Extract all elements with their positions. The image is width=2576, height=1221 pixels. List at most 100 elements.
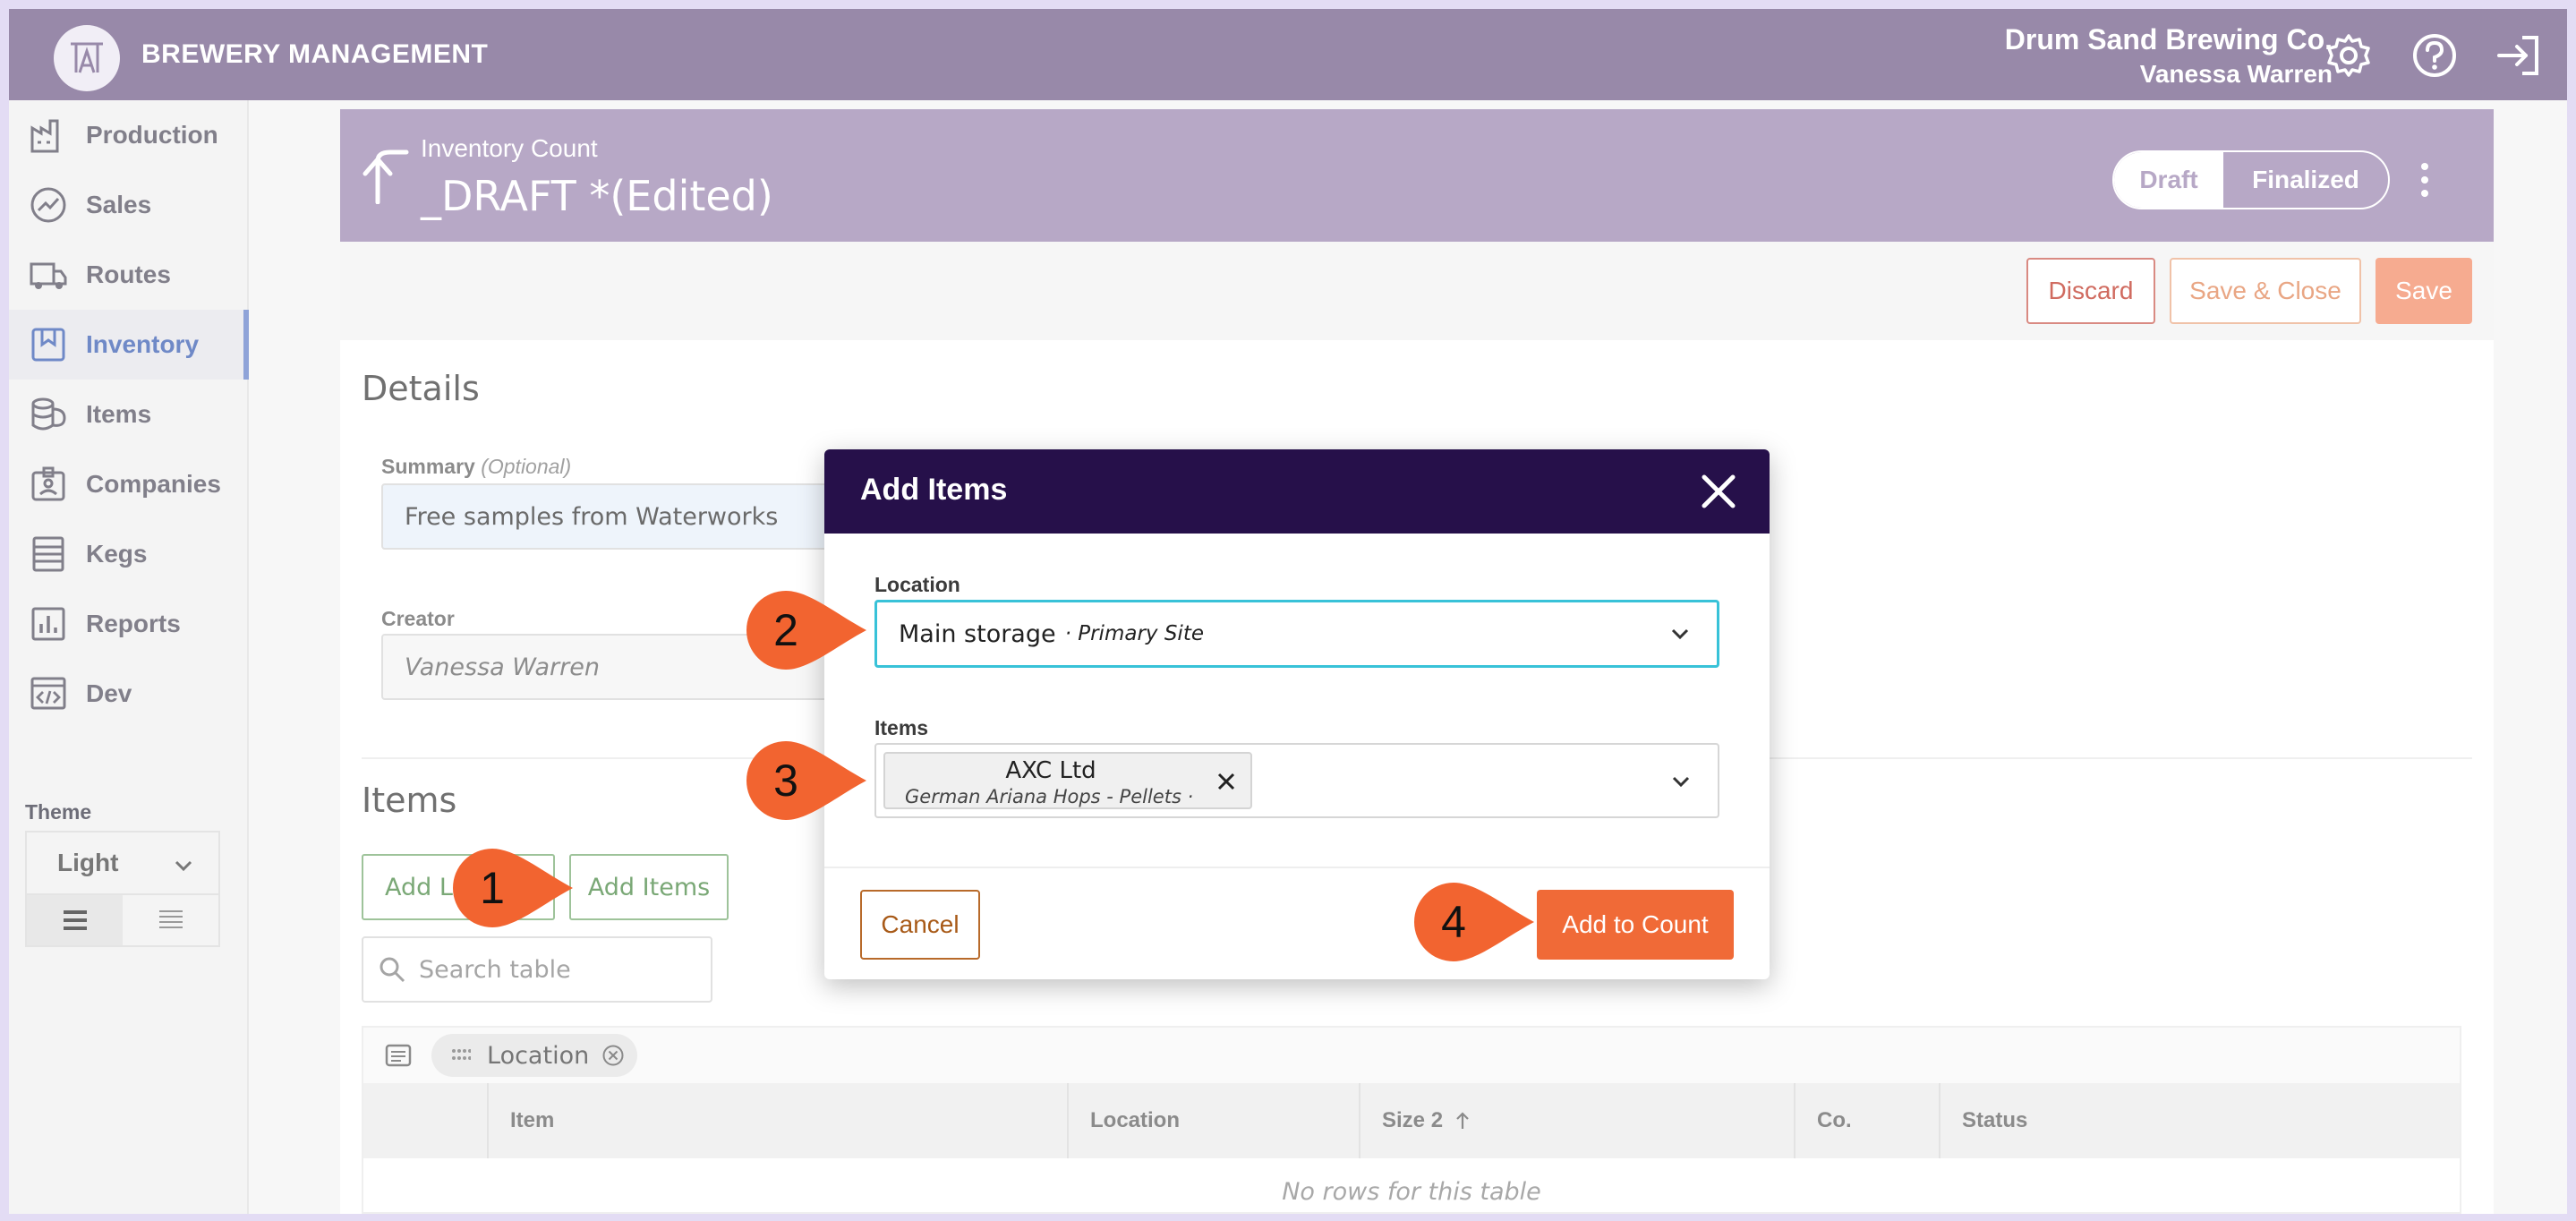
drag-handle-icon xyxy=(452,1049,471,1060)
sidebar-item-label: Reports xyxy=(86,610,181,637)
sidebar-item-production[interactable]: Production xyxy=(9,100,249,170)
sidebar-item-dev[interactable]: Dev xyxy=(9,659,249,729)
factory-icon xyxy=(30,119,59,153)
sidebar-item-label: Dev xyxy=(86,679,132,707)
theme-select-value: Light xyxy=(57,849,119,876)
status-toggle: Draft Finalized xyxy=(2112,150,2390,209)
column-header-status[interactable]: Status xyxy=(1939,1083,2374,1158)
sidebar-item-reports[interactable]: Reports xyxy=(9,589,249,659)
search-input[interactable]: Search table xyxy=(362,936,712,1003)
density-toggle xyxy=(25,893,220,947)
help-icon[interactable] xyxy=(2411,32,2458,79)
sidebar-item-kegs[interactable]: Kegs xyxy=(9,519,249,589)
logout-icon[interactable] xyxy=(2495,32,2542,79)
items-label: Items xyxy=(874,716,929,739)
remove-circle-icon[interactable] xyxy=(601,1044,625,1067)
column-header-size[interactable]: Size 2 xyxy=(1359,1083,1794,1158)
location-label: Location xyxy=(874,573,960,596)
back-up-arrow-icon[interactable] xyxy=(360,149,410,204)
add-to-count-button[interactable]: Add to Count xyxy=(1537,890,1734,960)
close-icon[interactable] xyxy=(1700,473,1737,510)
summary-label: Summary (Optional) xyxy=(381,455,571,479)
remove-tag-icon[interactable] xyxy=(1215,770,1238,793)
menu-thick-icon xyxy=(63,910,87,930)
selected-item-company: AXC Ltd xyxy=(1005,757,1096,784)
discard-button[interactable]: Discard xyxy=(2026,258,2155,324)
sidebar: Production Sales Routes Inventory Items … xyxy=(9,100,249,1214)
sidebar-item-inventory[interactable]: Inventory xyxy=(9,310,249,380)
empty-table-message: No rows for this table xyxy=(1282,1178,1541,1206)
badge-icon xyxy=(31,466,65,501)
density-compact-option[interactable] xyxy=(123,895,218,945)
list-icon[interactable] xyxy=(385,1044,412,1067)
gear-icon[interactable] xyxy=(2325,32,2372,79)
add-items-button[interactable]: Add Items xyxy=(569,854,729,920)
status-draft-option[interactable]: Draft xyxy=(2114,152,2223,208)
more-vertical-icon[interactable] xyxy=(2418,159,2431,201)
page-title: _DRAFT *(Edited) xyxy=(421,172,773,220)
card-header: Inventory Count _DRAFT *(Edited) Draft F… xyxy=(340,109,2494,242)
code-window-icon xyxy=(30,677,66,710)
app-frame: BREWERY MANAGEMENT Drum Sand Brewing Co.… xyxy=(9,9,2567,1214)
location-site: · Primary Site xyxy=(1064,622,1204,645)
user-name: Vanessa Warren xyxy=(2139,60,2333,88)
sidebar-item-sales[interactable]: Sales xyxy=(9,170,249,240)
step-number: 3 xyxy=(773,756,798,806)
cancel-button[interactable]: Cancel xyxy=(860,890,980,960)
status-finalized-option[interactable]: Finalized xyxy=(2223,152,2388,208)
search-icon xyxy=(380,957,405,983)
step-callout-2: 2 xyxy=(746,591,872,670)
selected-item-name: German Ariana Hops - Pellets · xyxy=(905,786,1194,807)
column-header-location[interactable]: Location xyxy=(1067,1083,1359,1158)
sidebar-item-label: Inventory xyxy=(86,330,200,358)
sidebar-item-label: Kegs xyxy=(86,540,148,568)
barrel-icon xyxy=(31,397,66,431)
menu-thin-icon xyxy=(158,910,183,928)
modal-header: Add Items xyxy=(824,449,1770,534)
density-comfortable-option[interactable] xyxy=(27,895,123,945)
sidebar-item-label: Routes xyxy=(86,260,171,288)
sidebar-item-label: Sales xyxy=(86,191,152,218)
column-header-item[interactable]: Item xyxy=(487,1083,1067,1158)
chevron-down-icon xyxy=(1672,776,1690,788)
table-header: Item Location Size 2 Co. Status xyxy=(363,1083,2460,1158)
bookmark-icon xyxy=(31,328,65,362)
account-info: Drum Sand Brewing Co. Vanessa Warren xyxy=(2005,23,2333,89)
add-items-modal: Add Items Location Main storage · Primar… xyxy=(824,449,1770,979)
sidebar-item-items[interactable]: Items xyxy=(9,380,249,449)
modal-title: Add Items xyxy=(860,473,1008,507)
sidebar-item-label: Production xyxy=(86,121,218,149)
items-multiselect[interactable]: AXC Ltd German Ariana Hops - Pellets · xyxy=(874,743,1719,818)
theme-label: Theme xyxy=(25,800,92,824)
group-by-bar: Location xyxy=(363,1028,2460,1083)
app-logo[interactable] xyxy=(54,25,120,91)
page-subtitle: Inventory Count xyxy=(421,134,598,162)
location-select[interactable]: Main storage · Primary Site xyxy=(874,600,1719,668)
company-name: Drum Sand Brewing Co. xyxy=(2004,23,2333,56)
step-callout-4: 4 xyxy=(1414,883,1540,961)
truck-icon xyxy=(30,262,67,289)
theme-select[interactable]: Light xyxy=(25,831,220,895)
step-callout-3: 3 xyxy=(746,741,872,820)
group-chip-location[interactable]: Location xyxy=(431,1034,638,1077)
selected-item-tag: AXC Ltd German Ariana Hops - Pellets · xyxy=(883,752,1252,809)
sidebar-item-routes[interactable]: Routes xyxy=(9,240,249,310)
save-button[interactable]: Save xyxy=(2376,258,2472,324)
sort-up-arrow-icon xyxy=(1456,1112,1469,1129)
step-number: 1 xyxy=(480,863,505,913)
details-heading: Details xyxy=(362,369,480,408)
creator-label: Creator xyxy=(381,607,455,630)
search-placeholder: Search table xyxy=(419,955,571,984)
sidebar-item-label: Companies xyxy=(86,470,221,498)
bar-chart-icon xyxy=(31,607,65,641)
save-close-button[interactable]: Save & Close xyxy=(2170,258,2361,324)
column-header-size-label: Size 2 xyxy=(1382,1108,1444,1132)
summary-input[interactable]: Free samples from Waterworks xyxy=(381,483,883,550)
sidebar-item-companies[interactable]: Companies xyxy=(9,449,249,519)
column-header-company[interactable]: Co. xyxy=(1794,1083,1939,1158)
sidebar-item-label: Items xyxy=(86,400,152,428)
summary-optional-text: (Optional) xyxy=(481,455,572,478)
keg-icon xyxy=(32,536,64,572)
chevron-down-icon xyxy=(1671,628,1689,640)
step-number: 4 xyxy=(1441,897,1466,947)
